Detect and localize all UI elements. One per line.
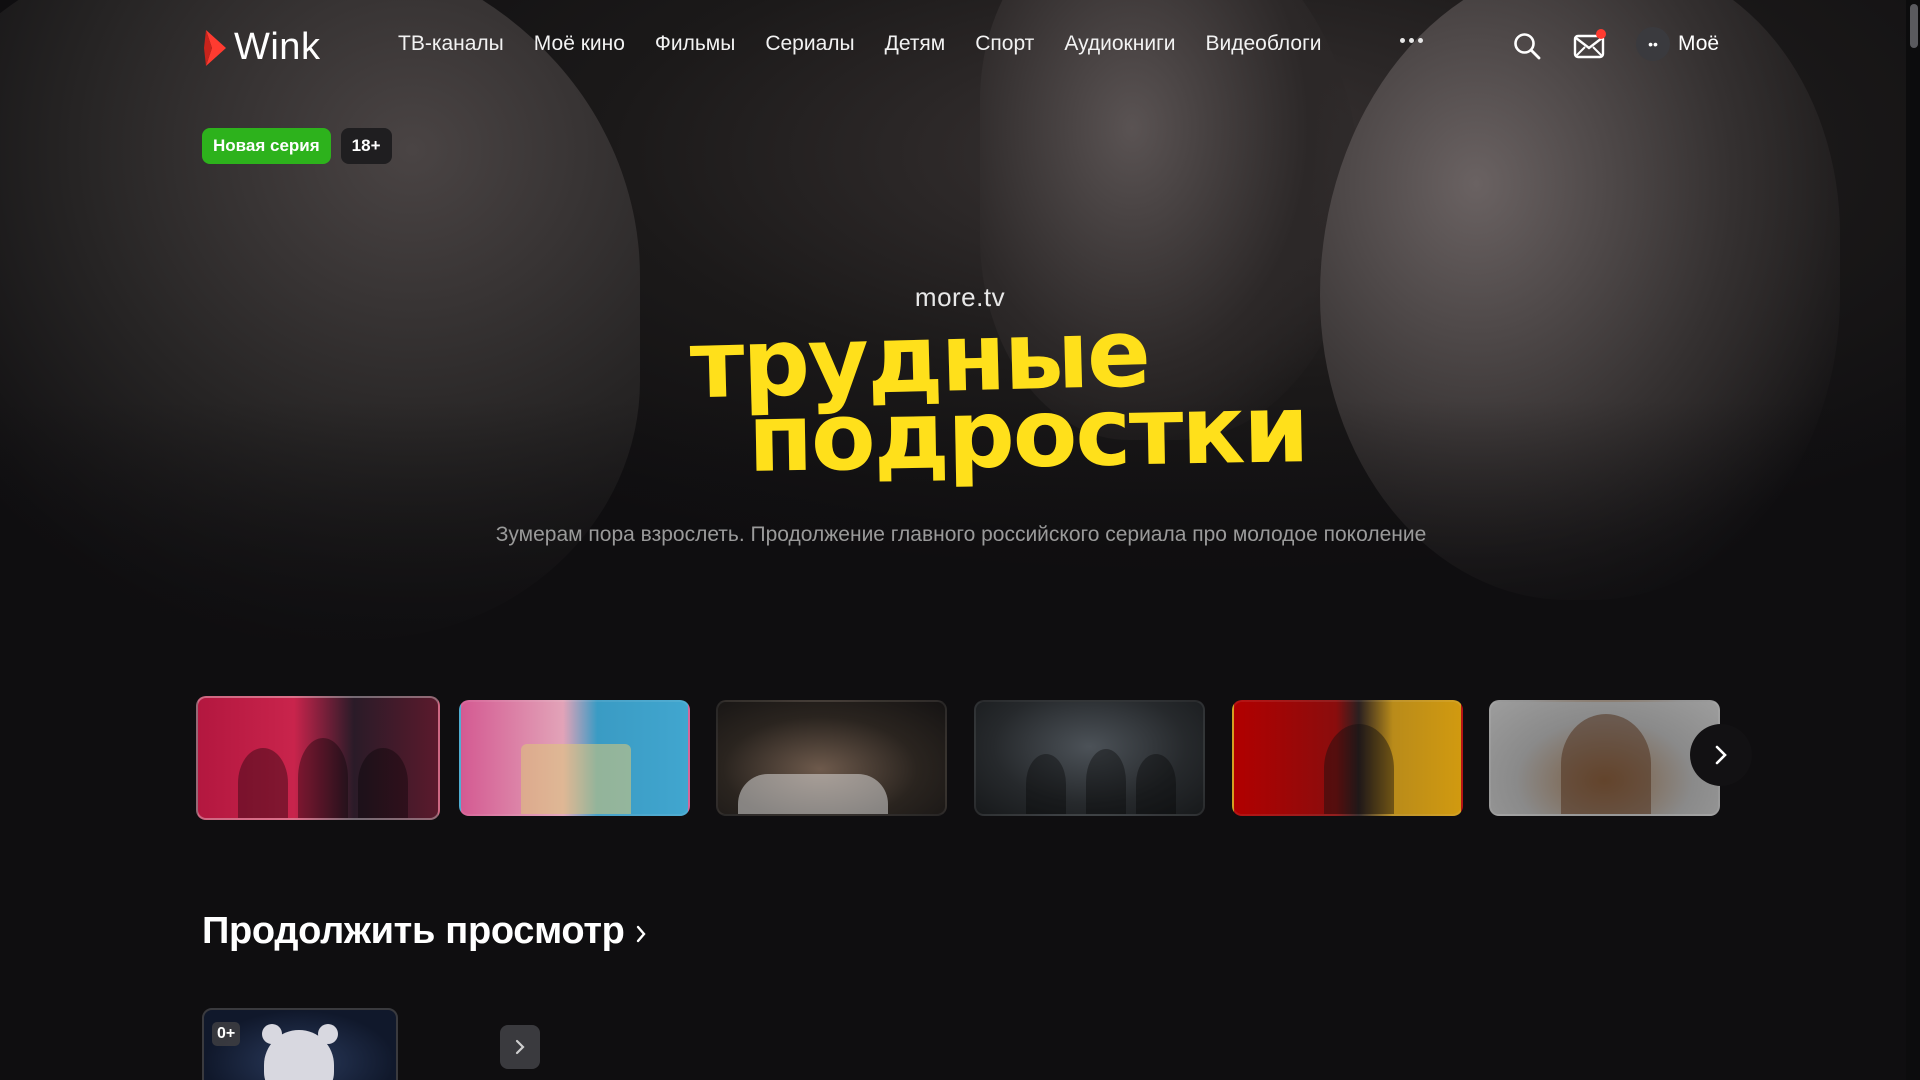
nav-item-audiobooks[interactable]: Аудиокниги: [1064, 32, 1175, 56]
wink-logo-text: Wink: [234, 26, 321, 68]
age-rating-badge: 18+: [340, 128, 392, 164]
continue-watching-next-button[interactable]: [500, 1025, 540, 1069]
profile-button[interactable]: •• Моё: [1636, 27, 1719, 61]
main-nav: ТВ-каналы Моё кино Фильмы Сериалы Детям …: [398, 32, 1351, 56]
carousel-thumbnail[interactable]: [196, 696, 440, 820]
ellipsis-icon[interactable]: [1400, 38, 1423, 43]
wink-logo-icon: [202, 28, 228, 68]
search-icon[interactable]: [1512, 31, 1542, 61]
carousel-thumbnail[interactable]: [1232, 700, 1463, 816]
nav-item-my-movies[interactable]: Моё кино: [534, 32, 625, 56]
nav-item-films[interactable]: Фильмы: [655, 32, 735, 56]
nav-item-videoblogs[interactable]: Видеоблоги: [1205, 32, 1321, 56]
carousel-thumbnail[interactable]: [459, 700, 690, 816]
chevron-right-icon: [515, 1039, 525, 1055]
nav-item-tv-channels[interactable]: ТВ-каналы: [398, 32, 504, 56]
hero-title[interactable]: трудные подростки: [689, 299, 1308, 494]
new-episode-badge: Новая серия: [202, 128, 331, 164]
carousel-next-button[interactable]: [1690, 724, 1752, 786]
age-rating-badge: 0+: [212, 1022, 241, 1046]
chevron-right-icon: [636, 925, 646, 942]
nav-item-series[interactable]: Сериалы: [765, 32, 854, 56]
hero-title-line-2: подростки: [747, 375, 1309, 494]
chevron-right-icon: [1715, 745, 1727, 765]
continue-watching-label: Продолжить просмотр: [202, 910, 625, 952]
hero-badges: Новая серия 18+: [202, 128, 392, 164]
avatar: ••: [1636, 27, 1670, 61]
wink-logo[interactable]: Wink: [202, 26, 320, 69]
nav-item-sport[interactable]: Спорт: [975, 32, 1034, 56]
top-header: Wink ТВ-каналы Моё кино Фильмы Сериалы Д…: [0, 0, 1920, 92]
carousel-thumbnail[interactable]: [1489, 700, 1720, 816]
nav-item-kids[interactable]: Детям: [885, 32, 946, 56]
continue-watching-title[interactable]: Продолжить просмотр: [202, 910, 647, 953]
carousel-thumbnail[interactable]: [716, 700, 947, 816]
page-scrollbar[interactable]: [1906, 0, 1920, 1080]
profile-label: Моё: [1678, 32, 1720, 55]
scrollbar-thumb[interactable]: [1910, 4, 1918, 48]
carousel-thumbnail[interactable]: [974, 700, 1205, 816]
hero-description: Зумерам пора взрослеть. Продолжение глав…: [495, 523, 1427, 546]
continue-watching-card[interactable]: 0+: [202, 1008, 398, 1080]
notification-dot: [1596, 29, 1606, 39]
